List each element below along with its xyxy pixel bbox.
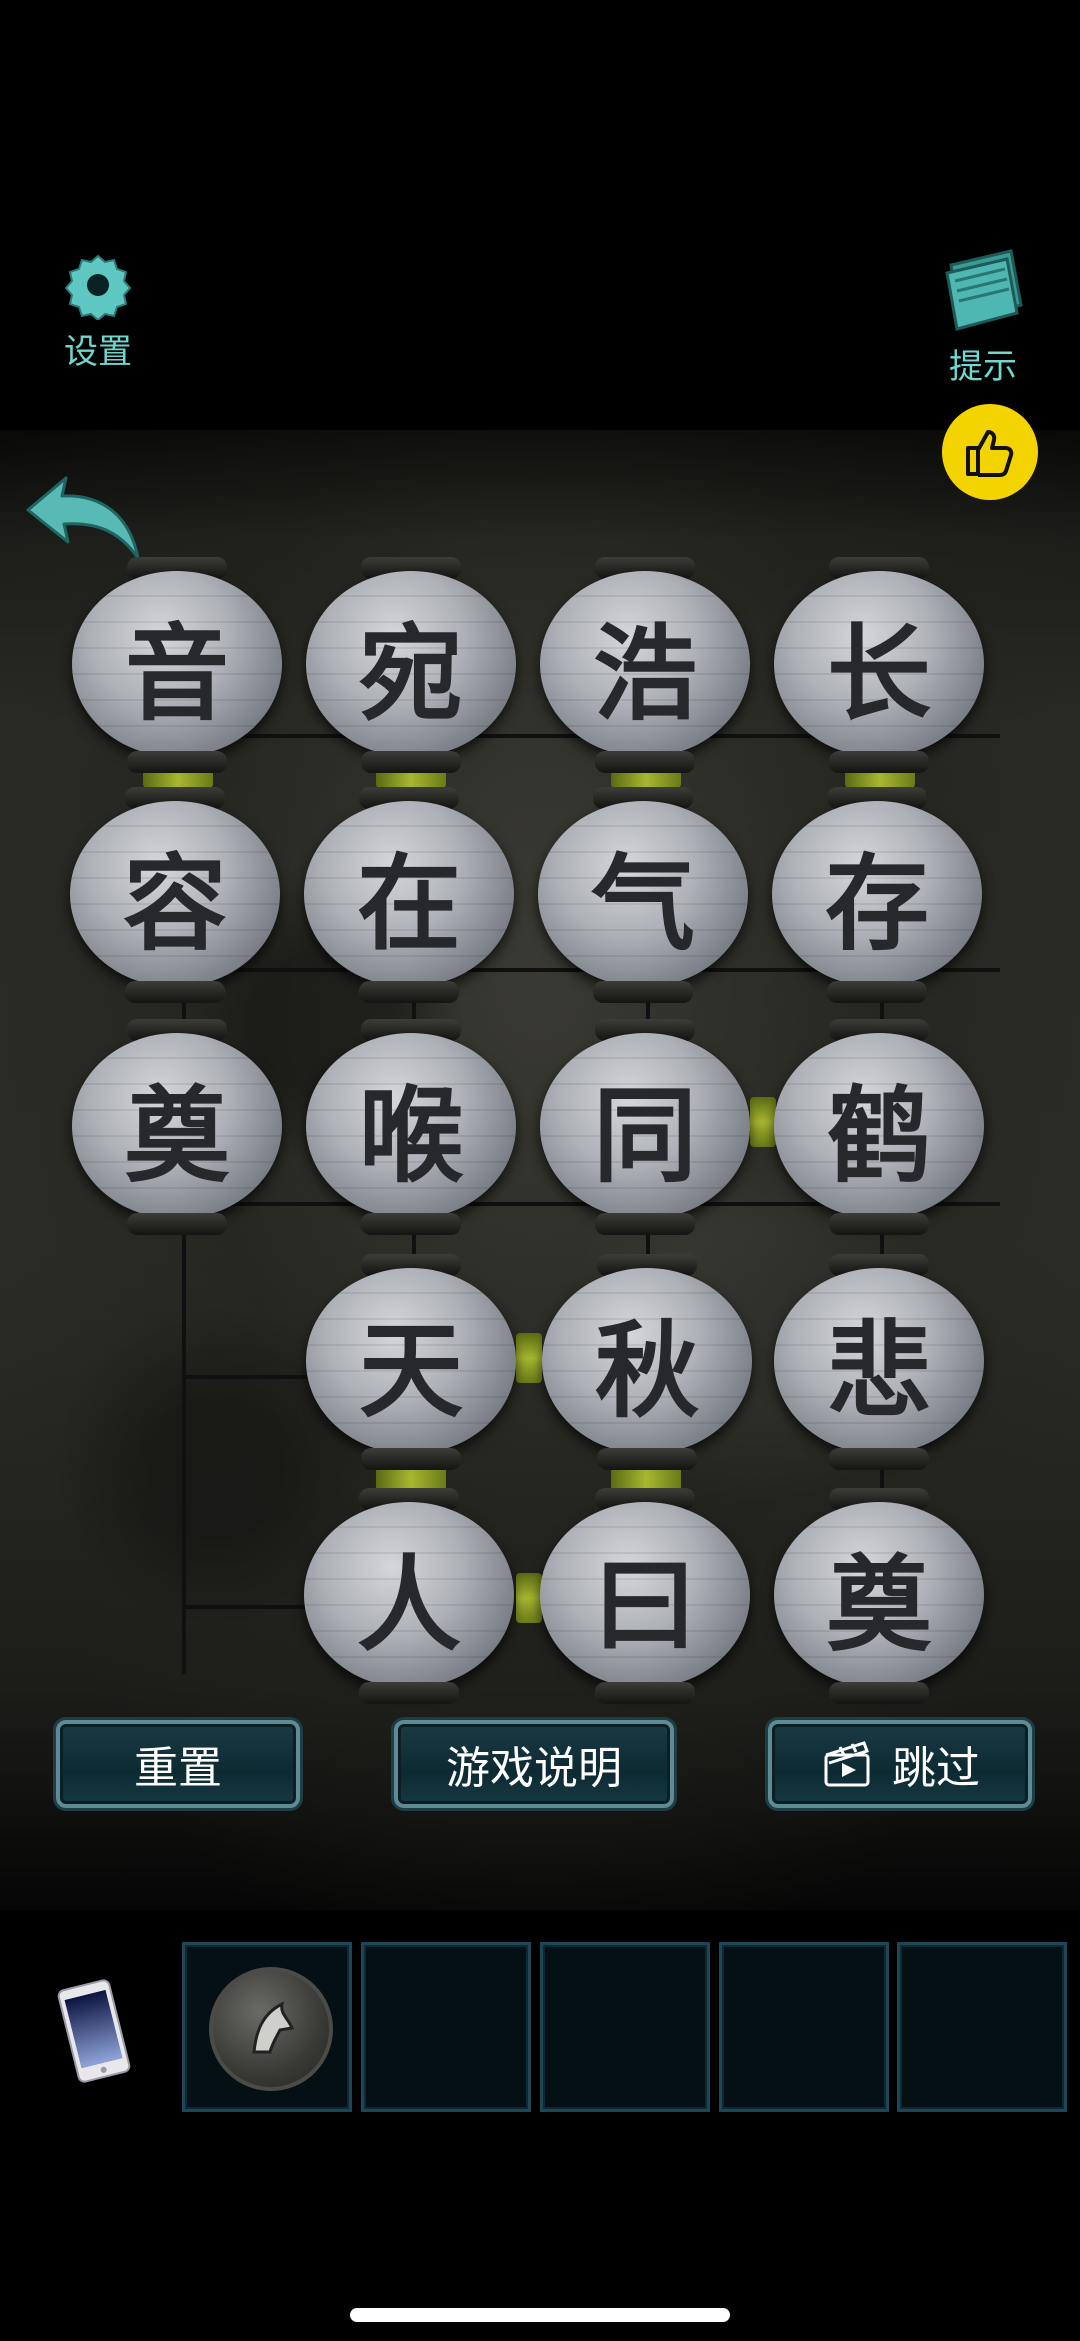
lantern-character: 奠 bbox=[124, 1073, 229, 1197]
lantern-r1-c3[interactable]: 浩 bbox=[540, 557, 750, 773]
lantern-character: 长 bbox=[826, 611, 931, 735]
lantern-r5-c2[interactable]: 人 bbox=[304, 1488, 514, 1704]
home-indicator[interactable] bbox=[350, 2308, 730, 2322]
lantern-r3-c3[interactable]: 同 bbox=[540, 1019, 750, 1235]
horse-emblem-icon bbox=[252, 2001, 295, 2054]
lantern-character: 浩 bbox=[592, 611, 697, 735]
lantern-character: 天 bbox=[358, 1308, 463, 1432]
settings-button[interactable]: 设置 bbox=[48, 250, 148, 373]
lantern-character: 同 bbox=[592, 1073, 697, 1197]
lantern-character: 容 bbox=[122, 841, 227, 965]
lantern-r1-c1[interactable]: 音 bbox=[72, 557, 282, 773]
lantern-connector bbox=[516, 1333, 542, 1383]
hint-label: 提示 bbox=[949, 347, 1017, 387]
lantern-character: 气 bbox=[590, 841, 695, 965]
lantern-character: 宛 bbox=[358, 611, 463, 735]
lantern-character: 秋 bbox=[594, 1308, 699, 1432]
lantern-connector bbox=[750, 1097, 776, 1147]
inventory-slot-4[interactable] bbox=[719, 1942, 889, 2112]
lantern-r4-c3[interactable]: 秋 bbox=[542, 1254, 752, 1470]
hint-button[interactable]: 提示 bbox=[928, 245, 1038, 388]
lantern-character: 鹤 bbox=[826, 1073, 931, 1197]
gear-icon bbox=[64, 254, 132, 320]
phone-icon bbox=[57, 1979, 131, 2083]
settings-label: 设置 bbox=[64, 332, 132, 372]
lantern-character: 音 bbox=[124, 611, 229, 735]
video-clapper-icon bbox=[824, 1741, 870, 1787]
thumbs-up-icon bbox=[966, 430, 1014, 477]
inventory-slot-3[interactable] bbox=[540, 1942, 710, 2112]
grid-line bbox=[186, 1375, 316, 1379]
inventory-slot-2[interactable] bbox=[361, 1942, 531, 2112]
lantern-r2-c3[interactable]: 气 bbox=[538, 787, 748, 1003]
lantern-r1-c4[interactable]: 长 bbox=[774, 557, 984, 773]
lantern-r1-c2[interactable]: 宛 bbox=[306, 557, 516, 773]
lantern-r2-c4[interactable]: 存 bbox=[772, 787, 982, 1003]
back-button[interactable] bbox=[22, 470, 142, 570]
lantern-character: 曰 bbox=[592, 1542, 697, 1666]
lantern-r5-c3[interactable]: 曰 bbox=[540, 1488, 750, 1704]
instructions-label: 游戏说明 bbox=[446, 1743, 622, 1794]
lantern-r5-c4[interactable]: 奠 bbox=[774, 1488, 984, 1704]
lantern-r2-c2[interactable]: 在 bbox=[304, 787, 514, 1003]
top-shadow bbox=[0, 0, 1080, 540]
lantern-r4-c2[interactable]: 天 bbox=[306, 1254, 516, 1470]
lantern-connector bbox=[516, 1573, 542, 1623]
lantern-character: 喉 bbox=[358, 1073, 463, 1197]
lantern-r4-c4[interactable]: 悲 bbox=[774, 1254, 984, 1470]
lantern-character: 奠 bbox=[826, 1542, 931, 1666]
coin-item-icon[interactable] bbox=[209, 1967, 333, 2091]
lantern-character: 人 bbox=[356, 1542, 461, 1666]
skip-button[interactable]: 跳过 bbox=[768, 1720, 1032, 1808]
lantern-r3-c4[interactable]: 鹤 bbox=[774, 1019, 984, 1235]
book-icon bbox=[945, 249, 1023, 331]
inventory-slot-1[interactable] bbox=[182, 1942, 352, 2112]
lantern-character: 悲 bbox=[826, 1308, 931, 1432]
reset-label: 重置 bbox=[134, 1743, 222, 1794]
game-instructions-button[interactable]: 游戏说明 bbox=[394, 1720, 674, 1808]
lantern-r3-c2[interactable]: 喉 bbox=[306, 1019, 516, 1235]
reset-button[interactable]: 重置 bbox=[56, 1720, 300, 1808]
inventory-slot-5[interactable] bbox=[897, 1942, 1067, 2112]
like-button[interactable] bbox=[942, 404, 1038, 500]
lantern-r2-c1[interactable]: 容 bbox=[70, 787, 280, 1003]
lantern-character: 存 bbox=[824, 841, 929, 965]
lantern-character: 在 bbox=[356, 841, 461, 965]
phone-button[interactable] bbox=[54, 1976, 134, 2090]
skip-label: 跳过 bbox=[892, 1743, 980, 1794]
lantern-r3-c1[interactable]: 奠 bbox=[72, 1019, 282, 1235]
back-arrow-icon bbox=[26, 476, 140, 560]
grid-line bbox=[186, 1605, 316, 1609]
